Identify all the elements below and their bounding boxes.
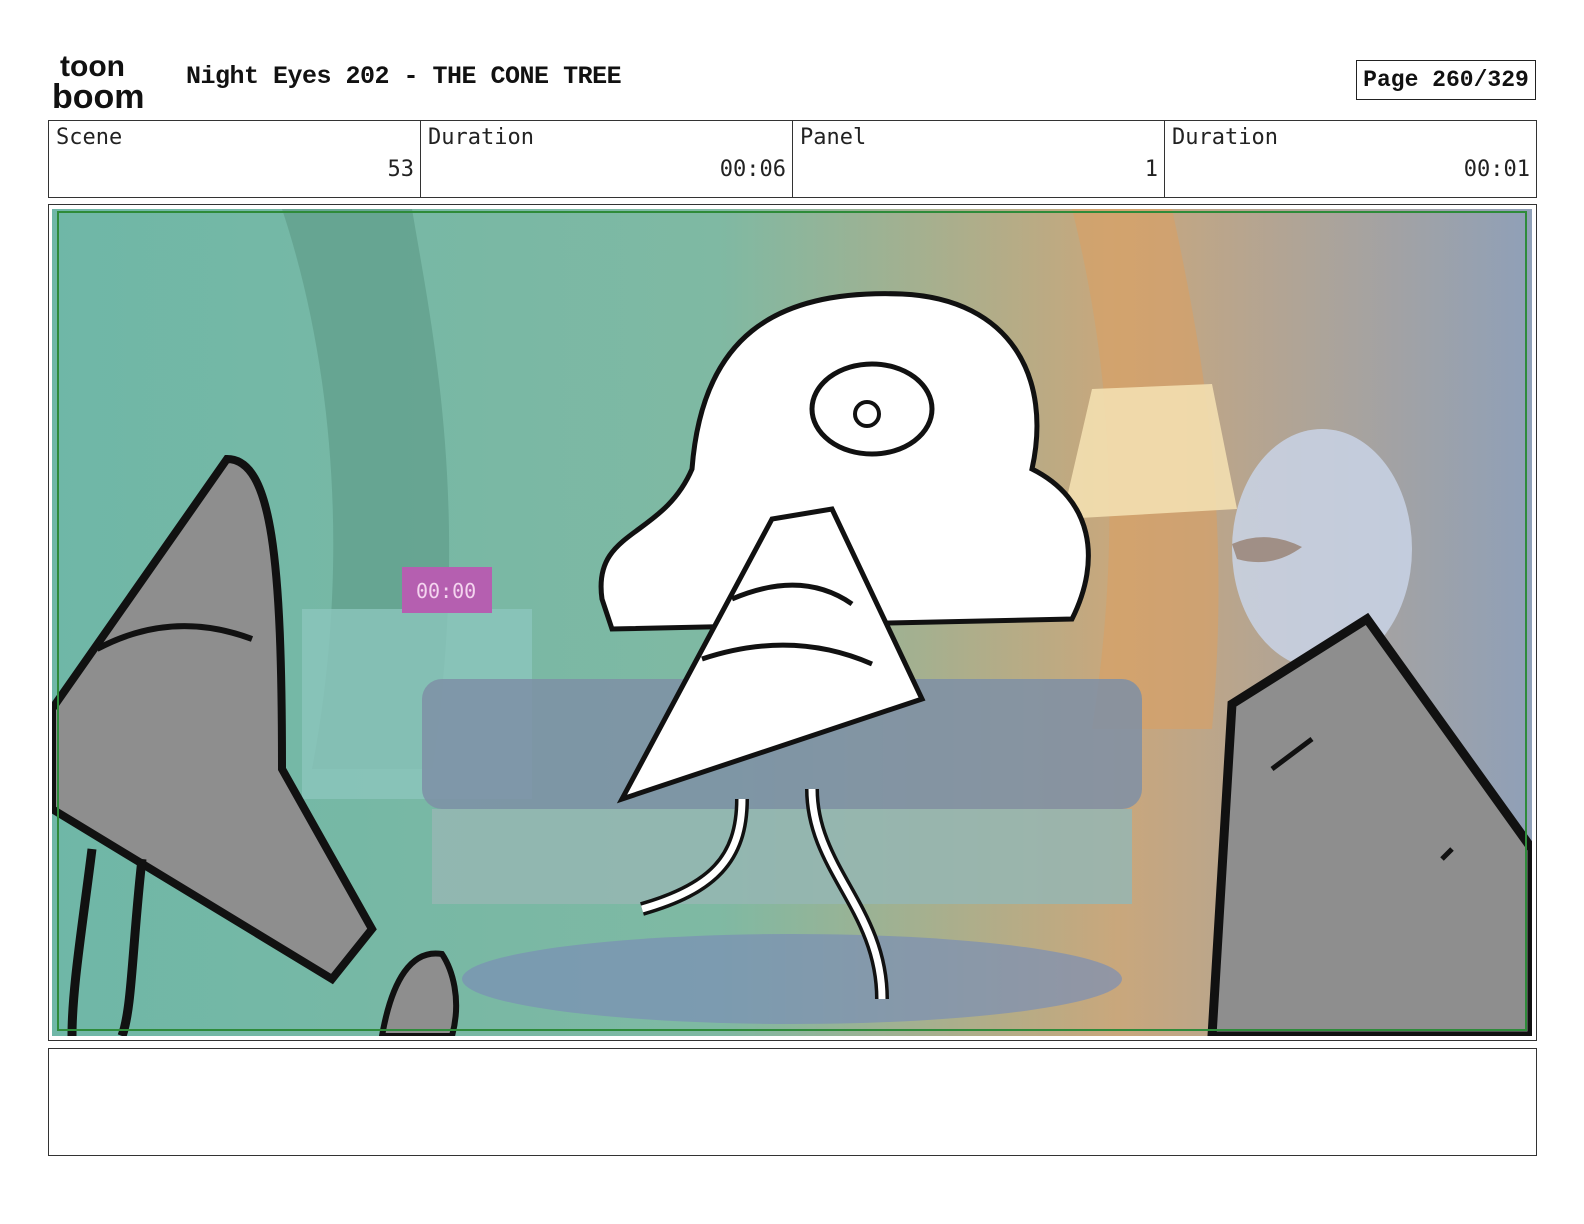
panel-notes-box[interactable] bbox=[48, 1048, 1537, 1156]
storyboard-panel-image: 00:00 bbox=[52, 209, 1532, 1036]
page-indicator: Page 260/329 bbox=[1356, 60, 1536, 100]
svg-text:boom: boom bbox=[52, 78, 145, 112]
storyboard-title: Night Eyes 202 - THE CONE TREE bbox=[186, 62, 622, 91]
panel-cell: Panel 1 bbox=[793, 121, 1165, 197]
scene-value: 53 bbox=[387, 157, 415, 182]
toon-boom-logo: toon boom bbox=[52, 50, 145, 112]
panel-duration-value: 00:01 bbox=[1463, 157, 1530, 182]
clock-display: 00:00 bbox=[416, 579, 476, 603]
bed-drawers bbox=[432, 809, 1132, 904]
scene-label: Scene bbox=[56, 125, 123, 150]
panel-label: Panel bbox=[800, 125, 867, 150]
panel-duration-label: Duration bbox=[1172, 125, 1278, 150]
panel-info-row: Scene 53 Duration 00:06 Panel 1 Duration… bbox=[48, 120, 1537, 198]
panel-value: 1 bbox=[1144, 157, 1158, 182]
scene-duration-label: Duration bbox=[428, 125, 534, 150]
scene-cell: Scene 53 bbox=[49, 121, 421, 197]
rug bbox=[462, 934, 1122, 1024]
scene-duration-cell: Duration 00:06 bbox=[421, 121, 793, 197]
scene-duration-value: 00:06 bbox=[719, 157, 786, 182]
panel-duration-cell: Duration 00:01 bbox=[1165, 121, 1536, 197]
